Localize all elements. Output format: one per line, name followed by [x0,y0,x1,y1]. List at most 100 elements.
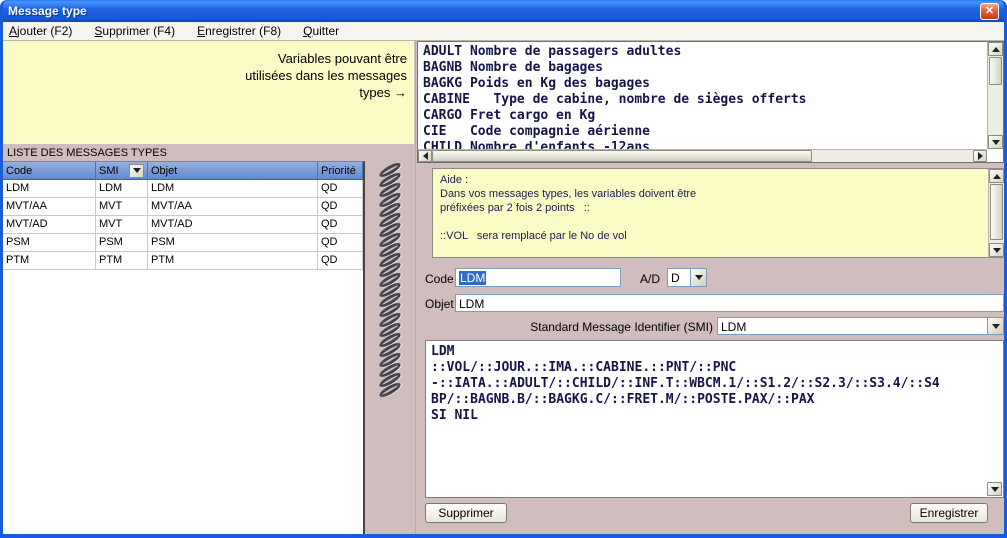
code-input-value: LDM [459,271,486,285]
scroll-right-button[interactable] [973,150,987,162]
variable-line: CIE Code compagnie aérienne [423,124,987,140]
chevron-down-icon [695,275,703,280]
content-area: Variables pouvant êtreutilisées dans les… [3,41,1004,534]
objet-input-value: LDM [459,297,484,311]
smi-select-value: LDM [718,318,987,334]
info-line: types → [3,84,407,101]
code-label: Code [425,272,454,286]
info-line: utilisées dans les messages [3,67,407,84]
column-header-label: SMI [99,165,119,177]
column-header-priorite[interactable]: Priorité [318,162,363,180]
grid-row[interactable]: PSMPSMPSMQD [3,234,363,252]
menu-item-supprimer[interactable]: Supprimer (F4) [94,24,175,38]
grid-cell-priorite: QD [318,234,363,252]
grid-row[interactable]: MVT/ADMVTMVT/ADQD [3,216,363,234]
arrow-right-icon [978,152,983,160]
variables-info-box: Variables pouvant êtreutilisées dans les… [3,41,414,144]
grid-cell-priorite: QD [318,216,363,234]
aide-text: Aide :Dans vos messages types, les varia… [433,169,1004,243]
column-header-smi[interactable]: SMI [96,162,148,180]
menu-item-ajouter[interactable]: Ajouter (F2) [9,24,72,38]
aide-line [440,215,984,229]
message-type-window: Message type ✕ Ajouter (F2) Supprimer (F4… [0,0,1007,538]
menu-bar: Ajouter (F2) Supprimer (F4) Enregistrer (F… [3,22,1004,41]
smi-header-dropdown-button[interactable] [129,164,144,178]
aide-line: Dans vos messages types, les variables d… [440,187,984,201]
grid-cell-smi: MVT [96,198,148,216]
grid-body: LDMLDMLDMQDMVT/AAMVTMVT/AAQDMVT/ADMVTMVT… [3,180,363,270]
grid-header: Code SMI Objet Priorité [3,162,363,180]
scroll-thumb[interactable] [989,57,1002,85]
message-textarea[interactable]: LDM ::VOL/::JOUR.::IMA.::CABINE.::PNT/::… [425,340,1004,498]
menu-item-quitter[interactable]: Quitter [303,24,339,38]
variable-line: BAGNB Nombre de bagages [423,60,987,76]
column-header-label: Code [6,165,32,177]
arrow-left-icon [423,152,428,160]
grid-cell-priorite: QD [318,252,363,270]
scroll-down-button[interactable] [988,135,1003,149]
ad-label: A/D [640,272,660,286]
info-line: Variables pouvant être [3,50,407,67]
close-button[interactable]: ✕ [980,3,999,20]
aide-panel[interactable]: Aide :Dans vos messages types, les varia… [432,168,1004,258]
enregistrer-button[interactable]: Enregistrer [910,503,988,523]
title-bar[interactable]: Message type ✕ [3,0,1004,22]
grid-row[interactable]: LDMLDMLDMQD [3,180,363,198]
scroll-thumb[interactable] [432,150,812,162]
variables-horizontal-scrollbar[interactable] [418,149,987,162]
aide-line: préfixées par 2 fois 2 points :: [440,201,984,215]
variable-line: CARGO Fret cargo en Kg [423,108,987,124]
grid-cell-code: MVT/AD [3,216,96,234]
close-icon: ✕ [985,6,994,17]
column-header-objet[interactable]: Objet [148,162,318,180]
grid-cell-priorite: QD [318,198,363,216]
arrow-up-icon [992,47,1000,52]
smi-dropdown-button[interactable] [987,318,1003,334]
code-input[interactable]: LDM [455,268,621,287]
menu-item-enregistrer[interactable]: Enregistrer (F8) [197,24,281,38]
grid-cell-code: PSM [3,234,96,252]
smi-select[interactable]: LDM [717,317,1004,335]
arrow-down-icon [993,248,1001,253]
list-title: LISTE DES MESSAGES TYPES [7,147,167,159]
spiral-binding [365,161,415,534]
ad-dropdown-button[interactable] [690,269,706,286]
arrow-down-icon [992,140,1000,145]
supprimer-button[interactable]: Supprimer [425,503,507,523]
scroll-thumb[interactable] [990,184,1003,240]
grid-cell-code: MVT/AA [3,198,96,216]
column-header-label: Objet [151,165,177,177]
variables-lines: ADULT Nombre de passagers adultesBAGNB N… [418,42,987,149]
grid-row[interactable]: PTMPTMPTMQD [3,252,363,270]
grid-cell-smi: LDM [96,180,148,198]
grid-row[interactable]: MVT/AAMVTMVT/AAQD [3,198,363,216]
scroll-down-button[interactable] [989,243,1004,257]
variables-list[interactable]: ADULT Nombre de passagers adultesBAGNB N… [417,41,1004,163]
objet-label: Objet [425,297,454,311]
message-scroll-down-button[interactable] [987,482,1002,496]
scroll-left-button[interactable] [418,150,432,162]
grid-cell-objet: LDM [148,180,318,198]
column-header-code[interactable]: Code [3,162,96,180]
variable-line: CABINE Type de cabine, nombre de sièges … [423,92,987,108]
aide-vertical-scrollbar[interactable] [988,169,1004,257]
grid-cell-smi: PTM [96,252,148,270]
grid-cell-objet: PTM [148,252,318,270]
variables-vertical-scrollbar[interactable] [987,42,1003,149]
grid-cell-objet: MVT/AA [148,198,318,216]
scroll-up-button[interactable] [988,42,1003,56]
objet-input[interactable]: LDM [455,294,1004,312]
window-title: Message type [8,4,87,18]
ad-select-value: D [668,269,690,286]
grid-cell-smi: PSM [96,234,148,252]
variable-line: ADULT Nombre de passagers adultes [423,44,987,60]
ad-select[interactable]: D [667,268,707,287]
grid-cell-priorite: QD [318,180,363,198]
arrow-down-icon [991,487,999,492]
aide-line: ::VOL sera remplacé par le No de vol [440,229,984,243]
form-panel: ADULT Nombre de passagers adultesBAGNB N… [415,41,1004,534]
grid-cell-objet: PSM [148,234,318,252]
scroll-up-button[interactable] [989,169,1004,183]
message-text: LDM ::VOL/::JOUR.::IMA.::CABINE.::PNT/::… [426,341,1003,427]
grid-cell-code: LDM [3,180,96,198]
